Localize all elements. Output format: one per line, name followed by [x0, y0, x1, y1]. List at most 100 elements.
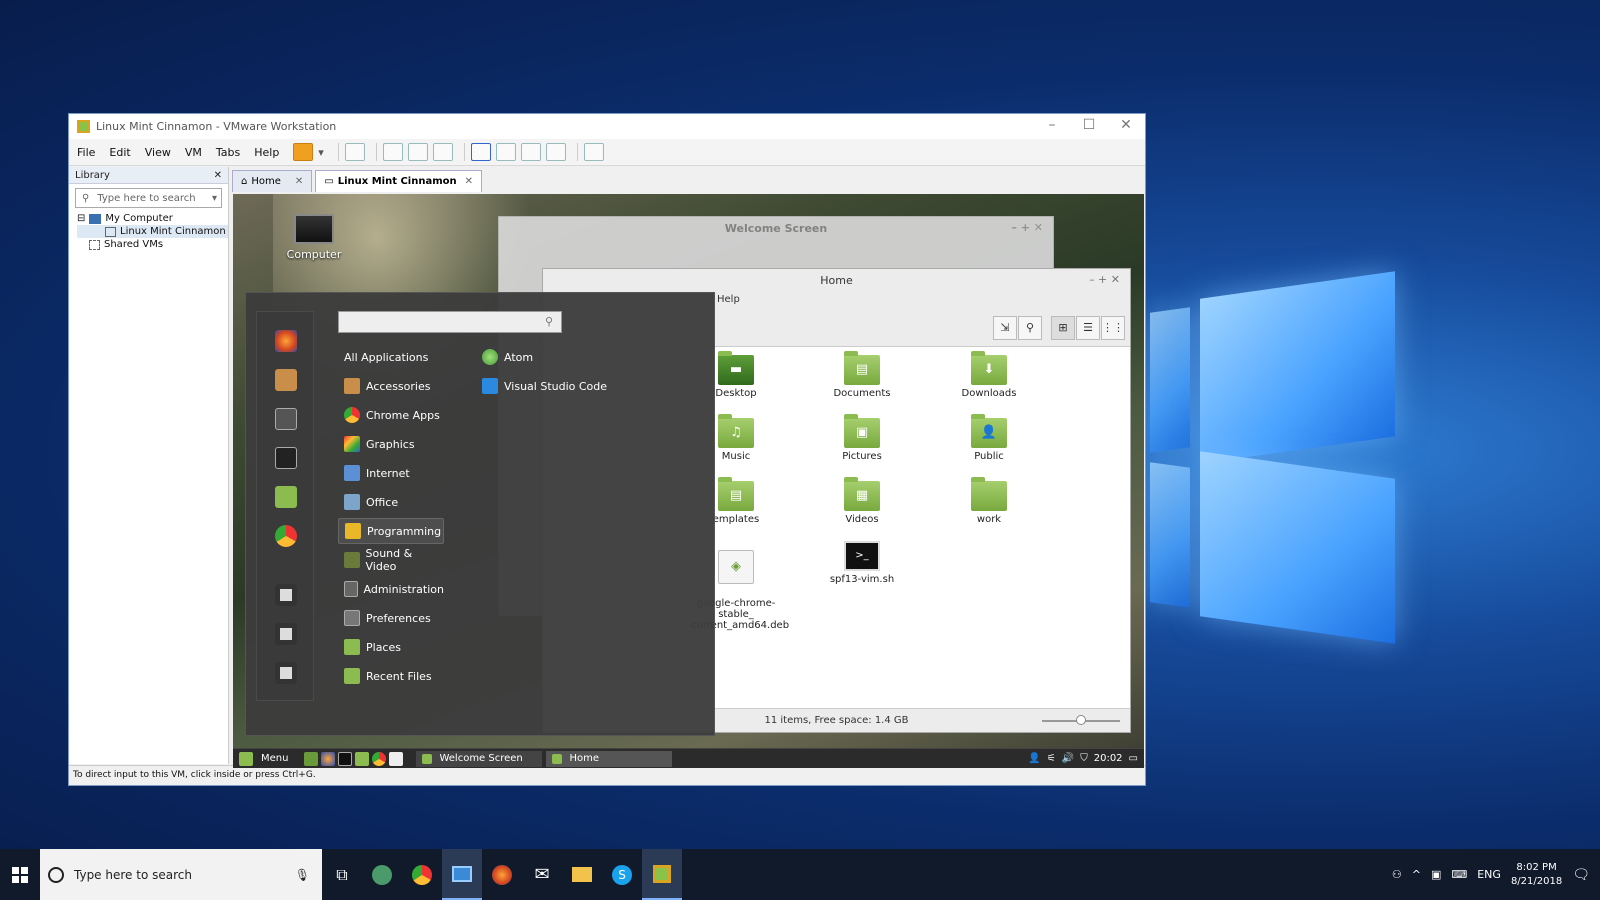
category-places[interactable]: Places [338, 634, 444, 660]
vm-guest-screen[interactable]: Computer Welcome Screen – + ✕ Home – + ✕… [233, 194, 1144, 768]
category-all-applications[interactable]: All Applications [338, 344, 444, 370]
action-center-icon[interactable]: 🗨 [1572, 867, 1590, 883]
zoom-slider-handle[interactable] [1076, 715, 1086, 725]
pause-icon[interactable] [293, 143, 314, 161]
category-preferences[interactable]: Preferences [338, 605, 444, 631]
network-icon[interactable]: ⚟ [1047, 753, 1056, 764]
taskbar-file-explorer[interactable] [562, 849, 602, 900]
taskbar-chrome[interactable] [402, 849, 442, 900]
logout-icon[interactable] [275, 623, 297, 645]
category-chrome-apps[interactable]: Chrome Apps [338, 402, 444, 428]
category-sound-video[interactable]: Sound & Video [338, 547, 444, 573]
thumbnail-bar-icon[interactable] [495, 143, 516, 161]
show-library-icon[interactable] [470, 143, 491, 161]
file-item[interactable]: work [944, 477, 1034, 525]
taskbar-atom[interactable] [362, 849, 402, 900]
tree-linux-mint-cinnamon[interactable]: Linux Mint Cinnamon [77, 225, 228, 238]
user-icon[interactable]: 👤 [1028, 753, 1040, 764]
taskbar-remote-desktop[interactable] [442, 849, 482, 900]
file-item[interactable]: ▣ Pictures [817, 414, 907, 462]
full-screen-icon[interactable] [520, 143, 541, 161]
category-internet[interactable]: Internet [338, 460, 444, 486]
taskbar-search-input[interactable]: Type here to search 🎙 [40, 849, 322, 900]
menu-file[interactable]: File [77, 146, 95, 159]
lock-screen-icon[interactable] [275, 584, 297, 606]
menu-help[interactable]: Help [254, 146, 279, 159]
close-library-icon[interactable]: ✕ [214, 170, 222, 181]
shutdown-icon[interactable] [275, 662, 297, 684]
clock[interactable]: 8:02 PM 8/21/2018 [1511, 861, 1562, 889]
category-graphics[interactable]: Graphics [338, 431, 444, 457]
terminal-icon[interactable] [275, 447, 297, 469]
software-manager-icon[interactable] [275, 369, 297, 391]
menu-help[interactable]: Help [717, 294, 740, 305]
app-atom[interactable]: Atom [482, 349, 533, 365]
close-tab-icon[interactable]: ✕ [295, 176, 303, 187]
category-office[interactable]: Office [338, 489, 444, 515]
microphone-icon[interactable]: 🎙 [295, 868, 310, 882]
menu-view[interactable]: View [145, 146, 171, 159]
pause-dropdown-icon[interactable]: ▾ [318, 146, 324, 159]
tab-linux-mint-cinnamon[interactable]: ▭ Linux Mint Cinnamon ✕ [315, 170, 483, 192]
send-ctrl-alt-del-icon[interactable] [344, 143, 365, 161]
file-item[interactable]: ⬇ Downloads [944, 351, 1034, 399]
task-home[interactable]: Home [546, 750, 673, 767]
volume-icon[interactable]: 🔊 [1062, 753, 1074, 764]
close-button[interactable]: ✕ [1108, 117, 1144, 133]
taskbar-skype[interactable]: S [602, 849, 642, 900]
text-editor-icon[interactable] [389, 751, 404, 766]
terminal-icon[interactable] [338, 751, 353, 766]
toggle-location-icon[interactable]: ⇲ [993, 316, 1017, 340]
close-tab-icon[interactable]: ✕ [465, 176, 473, 187]
chrome-icon[interactable] [275, 525, 297, 547]
files-icon[interactable] [275, 486, 297, 508]
snapshot-manager-icon[interactable] [432, 143, 453, 161]
keyboard-icon[interactable]: ⌨ [1451, 868, 1467, 881]
menu-tabs[interactable]: Tabs [216, 146, 240, 159]
show-hidden-icons-icon[interactable]: ^ [1412, 868, 1421, 881]
unity-icon[interactable] [545, 143, 566, 161]
start-button[interactable] [0, 849, 40, 900]
show-desktop-icon[interactable] [304, 751, 319, 766]
category-administration[interactable]: Administration [338, 576, 444, 602]
files-icon[interactable] [355, 751, 370, 766]
list-view-icon[interactable]: ☰ [1076, 316, 1100, 340]
vmware-tray-icon[interactable]: ▣ [1431, 868, 1441, 881]
library-search-input[interactable]: ⚲ Type here to search ▾ [75, 188, 222, 208]
taskbar-mail[interactable]: ✉ [522, 849, 562, 900]
tab-home[interactable]: ⌂ Home ✕ [232, 170, 313, 192]
workspace-icon[interactable]: ▭ [1129, 753, 1138, 764]
firefox-icon[interactable] [321, 751, 336, 766]
file-item[interactable]: ▤ Documents [817, 351, 907, 399]
window-controls-icon[interactable]: – + ✕ [1089, 273, 1120, 286]
taskbar-firefox[interactable] [482, 849, 522, 900]
file-item[interactable]: >_ spf13-vim.sh [817, 541, 907, 585]
file-item[interactable]: ▦ Videos [817, 477, 907, 525]
zoom-slider[interactable] [1042, 715, 1120, 725]
desktop-icon-computer[interactable]: Computer [279, 214, 349, 261]
firefox-icon[interactable] [275, 330, 297, 352]
icon-view-icon[interactable]: ⊞ [1051, 316, 1075, 340]
tree-my-computer[interactable]: ⊟ My Computer [77, 212, 228, 225]
menu-search-input[interactable]: ⚲ [338, 311, 562, 333]
app-visual-studio-code[interactable]: Visual Studio Code [482, 378, 607, 394]
minimize-button[interactable]: – [1034, 117, 1070, 133]
window-controls-icon[interactable]: – + ✕ [1011, 221, 1043, 234]
menu-button[interactable]: Menu [233, 751, 294, 766]
snapshot-icon[interactable] [382, 143, 403, 161]
category-accessories[interactable]: Accessories [338, 373, 444, 399]
task-welcome-screen[interactable]: Welcome Screen [416, 750, 543, 767]
task-view-button[interactable]: ⧉ [322, 849, 362, 900]
chrome-icon[interactable] [372, 751, 387, 766]
file-item[interactable]: 👤 Public [944, 414, 1034, 462]
compact-view-icon[interactable]: ⋮⋮ [1101, 316, 1125, 340]
menu-edit[interactable]: Edit [109, 146, 130, 159]
search-icon[interactable]: ⚲ [1018, 316, 1042, 340]
maximize-button[interactable]: ☐ [1071, 117, 1107, 133]
language-indicator[interactable]: ENG [1477, 868, 1501, 881]
console-view-icon[interactable] [583, 143, 604, 161]
system-settings-icon[interactable] [275, 408, 297, 430]
revert-snapshot-icon[interactable] [407, 143, 428, 161]
search-dropdown-icon[interactable]: ▾ [212, 193, 217, 204]
taskbar-vmware[interactable] [642, 849, 682, 900]
